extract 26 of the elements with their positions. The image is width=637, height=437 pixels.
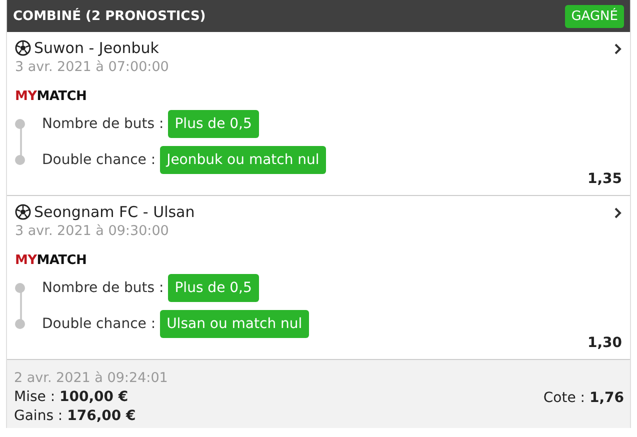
bet-title: COMBINÉ (2 PRONOSTICS)	[13, 8, 206, 24]
bet-label: Double chance :	[42, 152, 156, 168]
total-odds: Cote : 1,76	[543, 390, 624, 406]
chevron-right-icon[interactable]	[614, 207, 622, 219]
pick-badge: Jeonbuk ou match nul	[160, 146, 326, 174]
soccer-ball-icon	[15, 204, 31, 220]
match-date: 3 avr. 2021 à 09:30:00	[15, 223, 170, 239]
bet-date: 2 avr. 2021 à 09:24:01	[14, 370, 168, 386]
pick-badge: Ulsan ou match nul	[160, 310, 310, 338]
bet-label: Nombre de buts :	[42, 116, 164, 132]
soccer-ball-icon	[15, 40, 31, 56]
match-teams: Seongnam FC - Ulsan	[34, 203, 195, 221]
match-odds: 1,30	[587, 335, 622, 351]
bet-label: Double chance :	[42, 316, 156, 332]
brand-logo: MYMATCH	[15, 89, 87, 104]
match-teams: Suwon - Jeonbuk	[34, 39, 159, 57]
match-date: 3 avr. 2021 à 07:00:00	[15, 59, 170, 75]
bet-label: Nombre de buts :	[42, 280, 164, 296]
stake-text: Mise : 100,00 €	[14, 389, 130, 405]
brand-logo: MYMATCH	[15, 253, 87, 268]
match-odds: 1,35	[587, 171, 622, 187]
pick-badge: Plus de 0,5	[168, 274, 259, 302]
winnings-text: Gains : 176,00 €	[14, 408, 137, 424]
chevron-right-icon[interactable]	[614, 43, 622, 55]
pick-badge: Plus de 0,5	[168, 110, 259, 138]
status-badge: GAGNÉ	[565, 4, 624, 28]
